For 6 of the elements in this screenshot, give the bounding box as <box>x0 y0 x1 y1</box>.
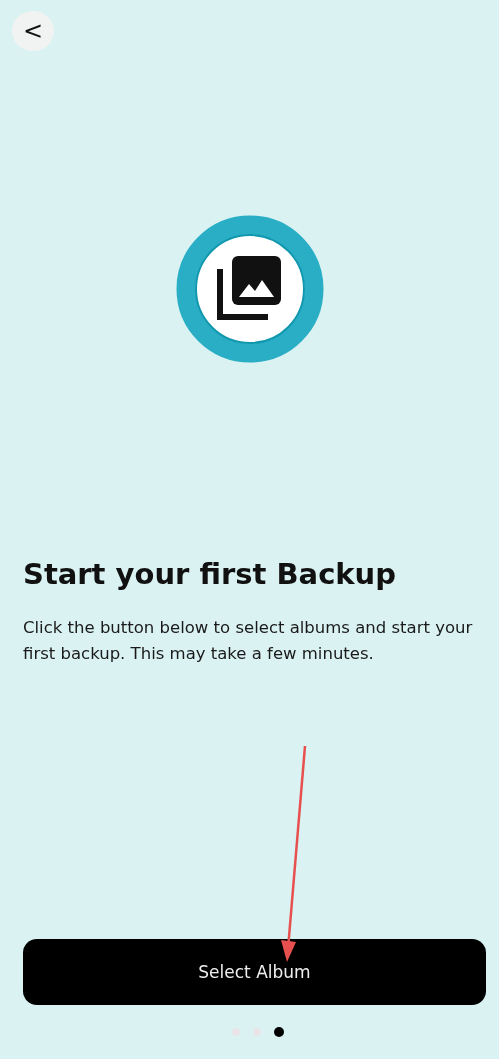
back-button[interactable]: < <box>12 11 54 51</box>
select-album-button[interactable]: Select Album <box>23 939 486 1005</box>
title: Start your first Backup <box>23 556 398 592</box>
description-text: Click the button below to select albums and start your first backup. This may take a few minutes. <box>23 617 474 665</box>
photo-album-icon <box>174 214 325 364</box>
page-dot[interactable] <box>274 1027 284 1037</box>
